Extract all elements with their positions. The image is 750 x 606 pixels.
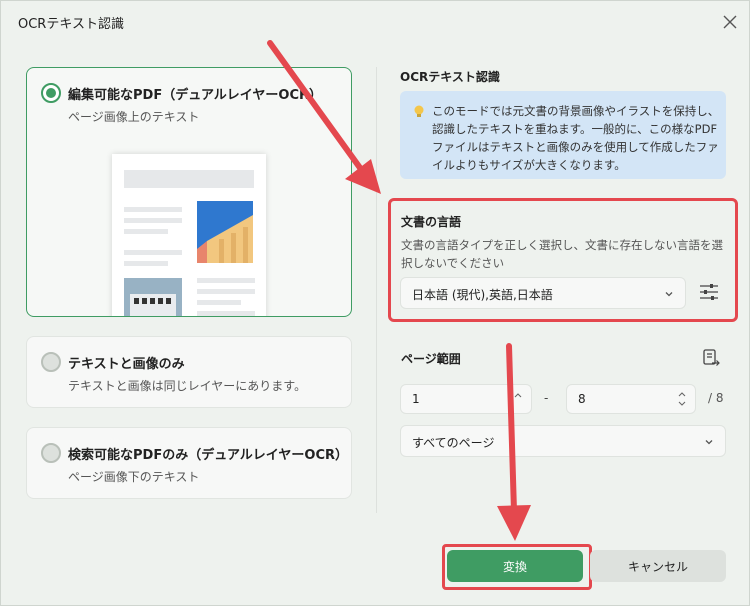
spinner-icon[interactable] bbox=[677, 390, 687, 408]
sliders-icon[interactable] bbox=[698, 281, 720, 303]
cancel-button[interactable]: キャンセル bbox=[590, 550, 726, 582]
close-button[interactable] bbox=[719, 11, 741, 33]
option-searchable-pdf[interactable]: 検索可能なPDFのみ（デュアルレイヤーOCR） ページ画像下のテキスト bbox=[26, 427, 352, 499]
panel-divider bbox=[376, 67, 377, 513]
tower-image bbox=[124, 278, 182, 316]
radio-editable-pdf[interactable] bbox=[41, 83, 61, 103]
page-from-value: 1 bbox=[412, 392, 420, 406]
info-text: このモードでは元文書の背景画像やイラストを保持し、認識したテキストを重ねます。一… bbox=[432, 104, 720, 172]
page-range-title: ページ範囲 bbox=[401, 352, 461, 366]
document-preview-illustration bbox=[112, 154, 266, 316]
convert-button[interactable]: 変換 bbox=[447, 550, 583, 582]
title-bar: OCRテキスト認識 bbox=[1, 1, 749, 43]
info-box: このモードでは元文書の背景画像やイラストを保持し、認識したテキストを重ねます。一… bbox=[400, 91, 726, 179]
ocr-dialog: OCRテキスト認識 編集可能なPDF（デュアルレイヤーOCR） ページ画像上のテ… bbox=[0, 0, 750, 606]
chevron-down-icon bbox=[665, 292, 673, 297]
ocr-section-title: OCRテキスト認識 bbox=[400, 70, 500, 84]
range-dash: - bbox=[544, 391, 549, 405]
building-image bbox=[197, 201, 253, 263]
option-text-image-only[interactable]: テキストと画像のみ テキストと画像は同じレイヤーにあります。 bbox=[26, 336, 352, 408]
page-to-input[interactable]: 8 bbox=[566, 384, 696, 414]
language-section-title: 文書の言語 bbox=[401, 215, 462, 229]
spinner-icon[interactable] bbox=[513, 390, 523, 408]
option-editable-pdf[interactable]: 編集可能なPDF（デュアルレイヤーOCR） ページ画像上のテキスト bbox=[26, 67, 352, 317]
option-title: テキストと画像のみ bbox=[68, 357, 185, 372]
option-title: 編集可能なPDF（デュアルレイヤーOCR） bbox=[68, 88, 323, 103]
language-select-value: 日本語 (現代),英語,日本語 bbox=[412, 288, 553, 302]
language-description: 文書の言語タイプを正しく選択し、文書に存在しない言語を選択しないでください bbox=[401, 238, 723, 270]
page-to-value: 8 bbox=[578, 392, 586, 406]
page-total: / 8 bbox=[708, 391, 724, 405]
option-subtitle: ページ画像下のテキスト bbox=[68, 470, 200, 484]
close-icon bbox=[723, 15, 737, 29]
page-scope-select[interactable]: すべてのページ bbox=[400, 425, 726, 457]
dialog-title: OCRテキスト認識 bbox=[18, 17, 124, 32]
document-range-icon[interactable] bbox=[701, 348, 721, 368]
chevron-down-icon bbox=[705, 440, 713, 445]
option-subtitle: テキストと画像は同じレイヤーにあります。 bbox=[68, 379, 307, 393]
option-subtitle: ページ画像上のテキスト bbox=[68, 110, 200, 124]
language-select[interactable]: 日本語 (現代),英語,日本語 bbox=[400, 277, 686, 309]
option-title: 検索可能なPDFのみ（デュアルレイヤーOCR） bbox=[68, 448, 349, 463]
radio-text-image-only[interactable] bbox=[41, 352, 61, 372]
page-from-input[interactable]: 1 bbox=[400, 384, 532, 414]
lightbulb-icon bbox=[414, 105, 424, 117]
page-scope-value: すべてのページ bbox=[412, 436, 495, 450]
radio-searchable-pdf[interactable] bbox=[41, 443, 61, 463]
